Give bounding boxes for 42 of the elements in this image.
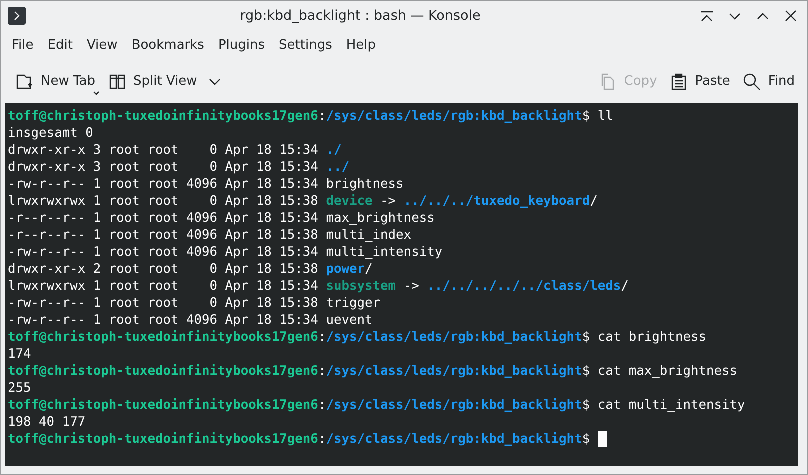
- keep-above-icon: [700, 10, 714, 22]
- find-button[interactable]: Find: [736, 68, 801, 96]
- maximize-icon: [757, 12, 769, 20]
- split-view-icon: [108, 72, 128, 92]
- caret-icon: [93, 91, 100, 96]
- new-tab-button[interactable]: New Tab: [9, 68, 102, 96]
- menu-item[interactable]: File: [5, 33, 41, 59]
- search-icon: [742, 72, 762, 92]
- terminal-line: -r--r--r-- 1 root root 4096 Apr 18 15:34 max_brightness: [8, 210, 435, 227]
- menu-item[interactable]: Settings: [272, 33, 340, 59]
- terminal-line: toff@christoph-tuxedoinfinitybooks17gen6:/sys/class/leds/rgb:kbd_backlight$ cat max_brightness: [8, 363, 738, 380]
- terminal-line: -rw-r--r-- 1 root root 4096 Apr 18 15:34 brightness: [8, 176, 404, 193]
- terminal-line: drwxr-xr-x 2 root root 0 Apr 18 15:38 power/: [8, 261, 373, 278]
- terminal-app-icon: [8, 7, 26, 25]
- terminal-line: 174: [8, 346, 32, 363]
- close-icon: [785, 10, 797, 22]
- menu-item[interactable]: Help: [339, 33, 383, 59]
- terminal-line: toff@christoph-tuxedoinfinitybooks17gen6:/sys/class/leds/rgb:kbd_backlight$ cat brightness: [8, 329, 706, 346]
- terminal-line: lrwxrwxrwx 1 root root 0 Apr 18 15:38 device -> ../../../tuxedo_keyboard/: [8, 193, 598, 210]
- split-view-button[interactable]: Split View: [102, 68, 204, 96]
- terminal-line: drwxr-xr-x 3 root root 0 Apr 18 15:34 ../: [8, 159, 350, 176]
- terminal-line: toff@christoph-tuxedoinfinitybooks17gen6:/sys/class/leds/rgb:kbd_backlight$: [8, 431, 592, 448]
- terminal-line: toff@christoph-tuxedoinfinitybooks17gen6:/sys/class/leds/rgb:kbd_backlight$ cat multi_intensity: [8, 397, 746, 414]
- menu-item[interactable]: Plugins: [211, 33, 272, 59]
- window-title: rgb:kbd_backlight : bash — Konsole: [239, 6, 482, 26]
- menu-item[interactable]: Edit: [40, 33, 80, 59]
- terminal-line: lrwxrwxrwx 1 root root 0 Apr 18 15:34 subsystem -> ../../../../../class/leds/: [8, 278, 629, 295]
- minimize-icon: [729, 12, 741, 20]
- menu-item[interactable]: View: [80, 33, 125, 59]
- paste-button[interactable]: Paste: [663, 68, 736, 96]
- chevron-down-icon: [209, 78, 222, 86]
- terminal-line: drwxr-xr-x 3 root root 0 Apr 18 15:34 ./: [8, 142, 342, 159]
- terminal-line: 255: [8, 380, 32, 397]
- terminal-line: -r--r--r-- 1 root root 4096 Apr 18 15:38 multi_index: [8, 227, 412, 244]
- terminal-line: -rw-r--r-- 1 root root 4096 Apr 18 15:34 uevent: [8, 312, 373, 329]
- terminal-line: insgesamt 0: [8, 125, 94, 142]
- terminal-line: -rw-r--r-- 1 root root 4096 Apr 18 15:34 multi_intensity: [8, 244, 443, 261]
- terminal-line: 198 40 177: [8, 414, 86, 431]
- new-tab-icon: [15, 72, 35, 92]
- menu-item[interactable]: Bookmarks: [124, 33, 212, 59]
- terminal-line: toff@christoph-tuxedoinfinitybooks17gen6:/sys/class/leds/rgb:kbd_backlight$ ll: [8, 108, 614, 125]
- terminal-line: -rw-r--r-- 1 root root 0 Apr 18 15:38 trigger: [8, 295, 381, 312]
